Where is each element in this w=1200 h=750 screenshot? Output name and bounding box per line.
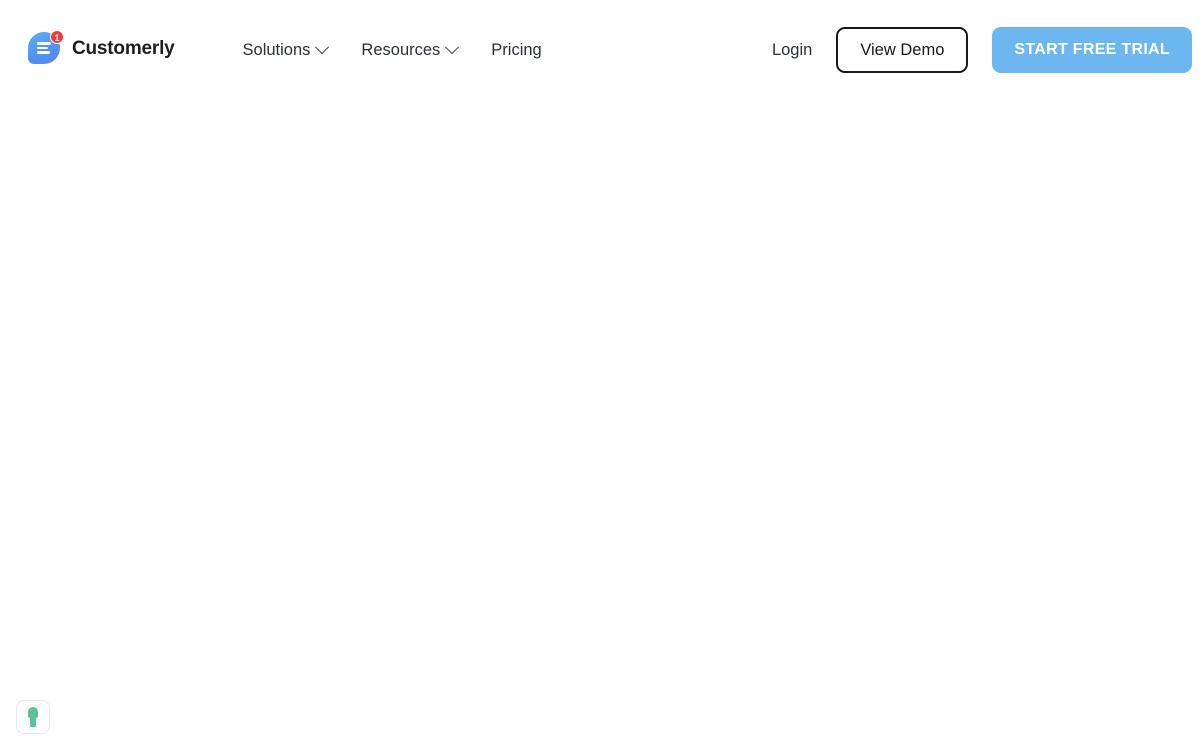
page-body xyxy=(0,100,1200,750)
notification-badge: 1 xyxy=(50,30,64,44)
nav-item-solutions[interactable]: Solutions xyxy=(242,40,330,60)
header-actions: Login View Demo START FREE TRIAL xyxy=(772,27,1192,73)
brand-name: Customerly xyxy=(72,38,175,59)
chat-bubble-icon: 1 xyxy=(28,30,64,66)
privacy-settings-widget[interactable] xyxy=(16,700,50,734)
brand-logo-link[interactable]: 1 Customerly xyxy=(28,30,175,66)
site-header: 1 Customerly Solutions Resources Pricing… xyxy=(0,0,1200,100)
bubble-line-3 xyxy=(37,51,50,54)
chevron-down-icon xyxy=(445,40,460,55)
bubble-line-1 xyxy=(37,42,51,45)
privacy-icon-stem xyxy=(30,715,36,727)
nav-item-resources[interactable]: Resources xyxy=(361,40,460,60)
chevron-down-icon xyxy=(315,40,330,55)
chat-bubble-lines xyxy=(37,42,51,54)
view-demo-button[interactable]: View Demo xyxy=(836,27,969,73)
nav-item-pricing[interactable]: Pricing xyxy=(491,41,541,60)
nav-item-resources-label: Resources xyxy=(361,40,441,59)
privacy-shield-icon xyxy=(28,707,38,727)
nav-item-solutions-label: Solutions xyxy=(242,40,311,59)
bubble-line-2 xyxy=(37,46,48,50)
login-link[interactable]: Login xyxy=(772,41,812,60)
nav-item-pricing-label: Pricing xyxy=(491,40,542,59)
primary-nav: Solutions Resources Pricing xyxy=(242,40,542,60)
start-free-trial-button[interactable]: START FREE TRIAL xyxy=(992,27,1192,73)
